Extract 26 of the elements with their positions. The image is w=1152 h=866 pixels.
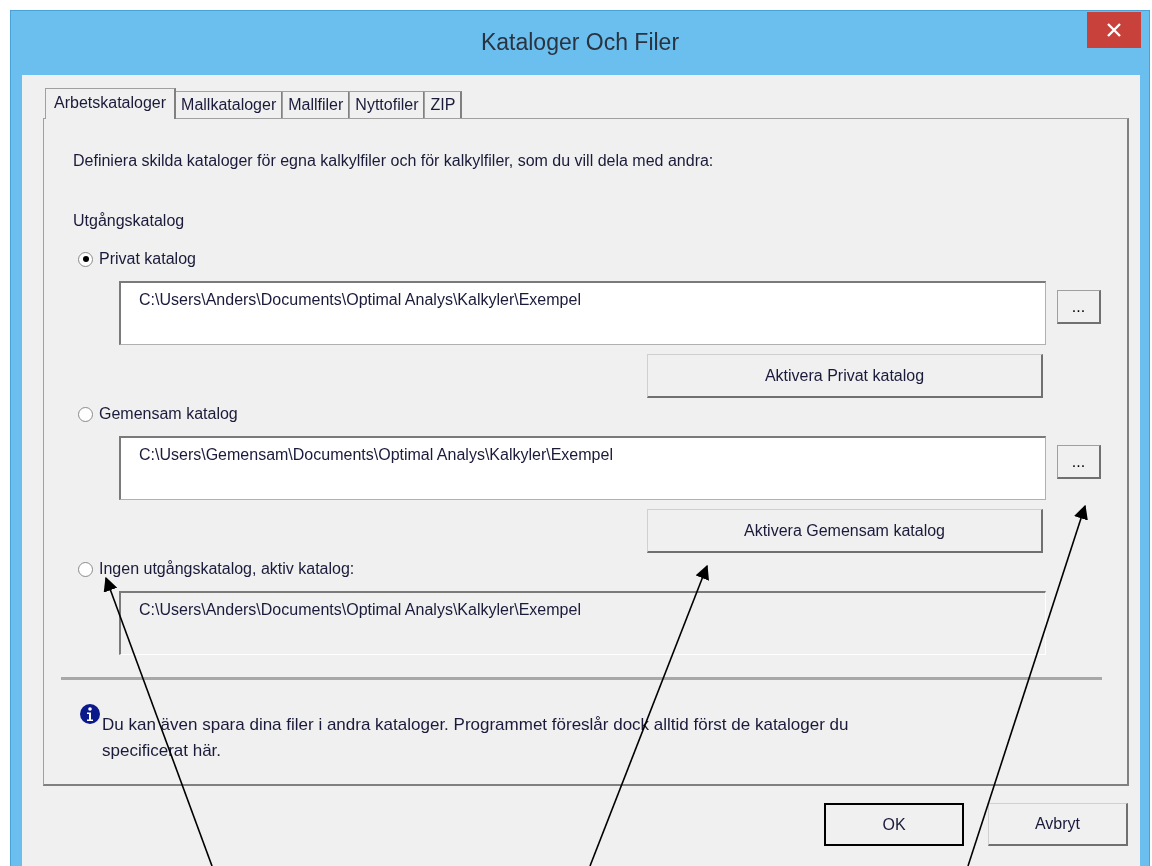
tab[interactable]: Arbetskataloger <box>45 88 177 119</box>
path-field[interactable]: C:\Users\Anders\Documents\Optimal Analys\Kalkyler\Exempel <box>119 281 1046 345</box>
path-field[interactable]: C:\Users\Gemensam\Documents\Optimal Analys\Kalkyler\Exempel <box>119 436 1046 500</box>
cancel-button[interactable]: Avbryt <box>988 803 1128 846</box>
radio-button[interactable] <box>78 251 93 267</box>
window-title: Kataloger Och Filer <box>479 28 681 57</box>
browse-button[interactable]: ... <box>1057 445 1101 479</box>
ok-button[interactable]: OK <box>824 803 964 846</box>
browse-button[interactable]: ... <box>1057 290 1101 324</box>
group-label: Utgångskatalog <box>73 211 186 231</box>
activate-button[interactable]: Aktivera Privat katalog <box>647 354 1043 398</box>
activate-button[interactable]: Aktivera Gemensam katalog <box>647 509 1043 553</box>
info-icon <box>80 704 100 724</box>
close-icon <box>1107 23 1121 37</box>
radio-label[interactable]: Privat katalog <box>99 247 196 271</box>
intro-text: Definiera skilda kataloger för egna kalkylfiler och för kalkylfiler, som du vill dela med andra: <box>73 151 715 171</box>
path-field: C:\Users\Anders\Documents\Optimal Analys\Kalkyler\Exempel <box>119 591 1046 655</box>
radio-label[interactable]: Ingen utgångskatalog, aktiv katalog: <box>99 557 355 581</box>
tab[interactable]: Nyttofiler <box>349 91 426 118</box>
close-button[interactable] <box>1087 12 1141 48</box>
tab[interactable]: Mallkataloger <box>175 91 284 118</box>
radio-label[interactable]: Gemensam katalog <box>99 402 238 426</box>
tab[interactable]: ZIP <box>424 91 463 118</box>
radio-button[interactable] <box>78 406 93 422</box>
tab[interactable]: Mallfiler <box>282 91 351 118</box>
radio-button[interactable] <box>78 561 93 577</box>
